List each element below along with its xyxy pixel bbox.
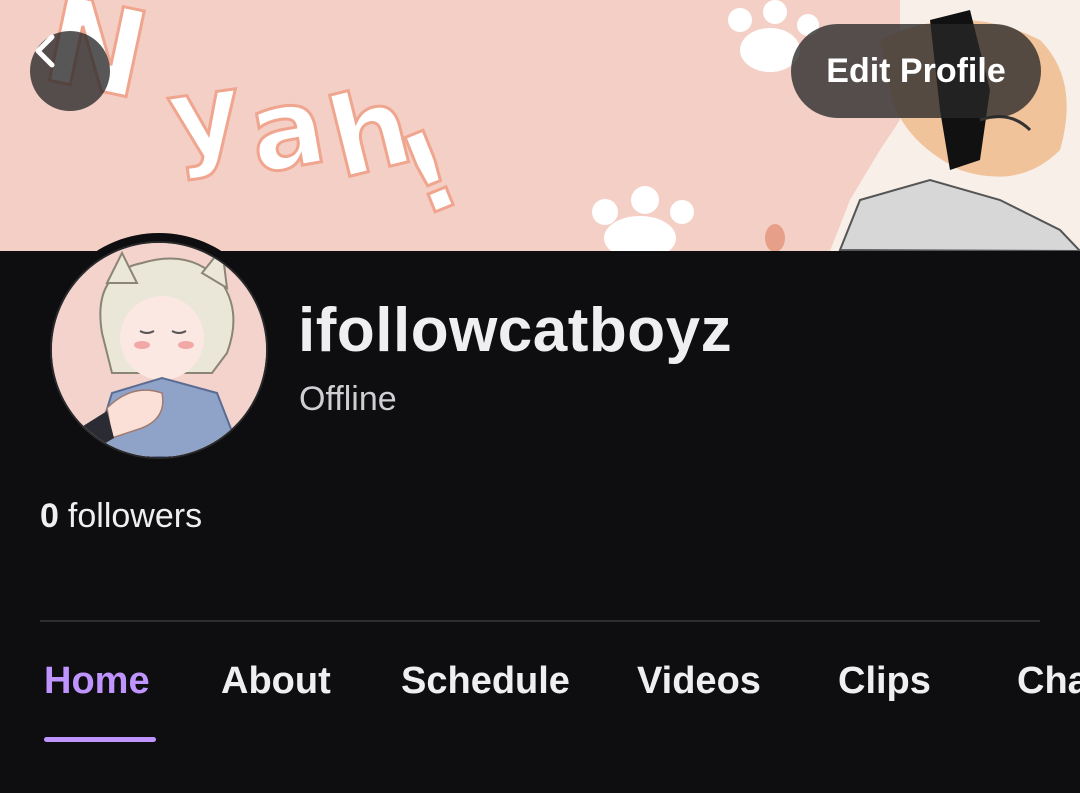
tab-schedule[interactable]: Schedule: [401, 660, 570, 703]
tab-videos[interactable]: Videos: [637, 660, 761, 703]
tab-about[interactable]: About: [221, 660, 331, 703]
follower-count: 0 followers: [40, 497, 202, 536]
active-tab-indicator: [44, 737, 156, 742]
tab-chat[interactable]: Cha: [1017, 660, 1080, 703]
chevron-left-icon: [35, 34, 55, 68]
tab-home[interactable]: Home: [44, 660, 150, 703]
edit-profile-button[interactable]: Edit Profile: [791, 24, 1041, 118]
svg-text:y: y: [161, 47, 250, 184]
username: ifollowcatboyz: [298, 296, 733, 365]
avatar-image: [50, 241, 268, 459]
followers-label: followers: [67, 497, 203, 535]
profile-tabs: Home About Schedule Videos Clips Cha: [0, 660, 1080, 720]
follower-count-value: 0: [40, 497, 59, 535]
stream-status: Offline: [299, 380, 397, 418]
avatar[interactable]: [42, 233, 276, 467]
tab-clips[interactable]: Clips: [838, 660, 931, 703]
profile-banner: N y a h ! Edi: [0, 0, 1080, 251]
divider: [40, 620, 1040, 622]
back-button[interactable]: [30, 31, 110, 111]
